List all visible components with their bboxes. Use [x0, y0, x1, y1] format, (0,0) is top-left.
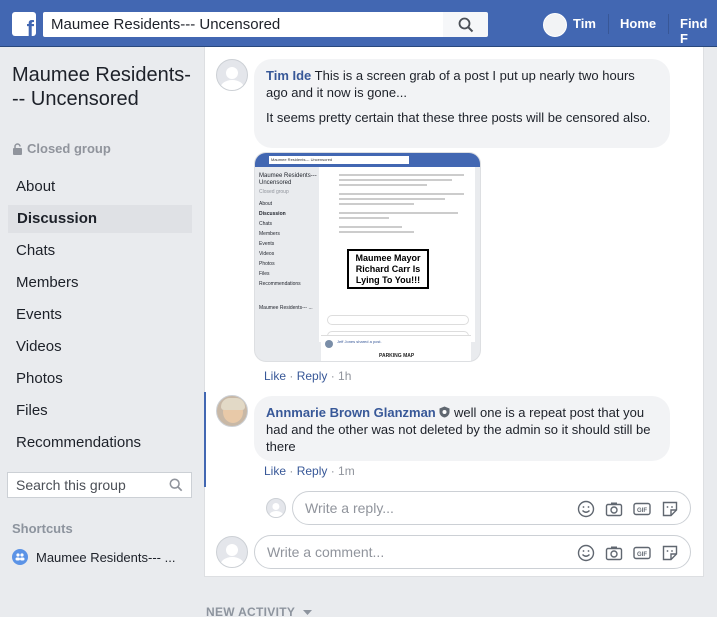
- nav-divider: [608, 14, 609, 34]
- image-nav-photos: Photos: [259, 261, 275, 267]
- sidebar-item-photos[interactable]: Photos: [8, 365, 192, 393]
- sidebar-item-files[interactable]: Files: [8, 397, 192, 425]
- reply-link[interactable]: Reply: [297, 464, 328, 478]
- like-link[interactable]: Like: [264, 464, 286, 478]
- comment-author-link[interactable]: Tim Ide: [266, 68, 311, 83]
- camera-icon[interactable]: [605, 544, 623, 562]
- user-avatar: [216, 536, 248, 568]
- sidebar-item-members[interactable]: Members: [8, 269, 192, 297]
- group-title[interactable]: Maumee Residents--- Uncensored: [12, 63, 192, 111]
- profile-link[interactable]: Tim: [573, 16, 596, 31]
- admin-badge-icon: [439, 406, 450, 418]
- top-navigation-bar: f Maumee Residents--- Uncensored Tim Hom…: [0, 0, 717, 47]
- image-poster: Jeff Jones shared a post.: [337, 339, 382, 344]
- comment-author-link[interactable]: Annmarie Brown Glanzman: [266, 405, 436, 420]
- profile-avatar[interactable]: [543, 13, 567, 37]
- user-avatar: [266, 498, 286, 518]
- comment-text: This is a screen grab of a post I put up…: [266, 68, 635, 100]
- image-nav-about: About: [259, 201, 273, 207]
- commenter-avatar[interactable]: [216, 59, 248, 91]
- search-input[interactable]: Maumee Residents--- Uncensored: [43, 12, 443, 37]
- image-group-name: Maumee Residents--- Uncensored: [259, 173, 317, 186]
- reply-placeholder: Write a reply...: [305, 500, 394, 516]
- comment-bubble: Tim Ide This is a screen grab of a post …: [254, 59, 670, 148]
- comment-placeholder: Write a comment...: [267, 544, 385, 560]
- shortcut-group-link[interactable]: Maumee Residents--- ...: [12, 549, 175, 565]
- image-privacy: Closed group: [259, 189, 289, 195]
- reply-link[interactable]: Reply: [297, 369, 328, 383]
- comment-attached-image[interactable]: Maumee Residents--- Uncensored Maumee Re…: [254, 152, 481, 362]
- image-sidebar: Maumee Residents--- Uncensored Closed gr…: [255, 167, 319, 361]
- sticker-icon[interactable]: [661, 500, 679, 518]
- svg-text:GIF: GIF: [637, 552, 647, 558]
- find-friends-link[interactable]: Find F: [680, 16, 717, 46]
- sidebar-item-chats[interactable]: Chats: [8, 237, 192, 265]
- image-shortcut: Maumee Residents--- ...: [259, 305, 313, 311]
- comment-actions: Like · Reply · 1h: [264, 369, 352, 383]
- emoji-icon[interactable]: [577, 500, 595, 518]
- gif-icon[interactable]: GIF: [633, 544, 651, 562]
- comment-input-tools: GIF: [577, 544, 679, 562]
- facebook-logo-icon[interactable]: f: [12, 12, 36, 36]
- image-search-text: Maumee Residents--- Uncensored: [269, 156, 409, 164]
- image-nav-recommendations: Recommendations: [259, 281, 301, 287]
- caret-down-icon: [302, 610, 312, 615]
- group-search-placeholder: Search this group: [16, 477, 126, 493]
- search-icon[interactable]: [169, 478, 183, 492]
- reply-input-tools: GIF: [577, 500, 679, 518]
- camera-icon[interactable]: [605, 500, 623, 518]
- gif-icon[interactable]: GIF: [633, 500, 651, 518]
- like-link[interactable]: Like: [264, 369, 286, 383]
- comment-time[interactable]: 1m: [338, 464, 355, 478]
- search-button[interactable]: [443, 12, 488, 37]
- sidebar-item-recommendations[interactable]: Recommendations: [8, 429, 192, 457]
- svg-text:GIF: GIF: [637, 508, 647, 514]
- search-icon: [458, 17, 473, 32]
- image-nav-discussion: Discussion: [259, 211, 286, 217]
- lock-icon: [13, 142, 22, 155]
- comment-time[interactable]: 1h: [338, 369, 351, 383]
- image-topbar: Maumee Residents--- Uncensored: [255, 153, 480, 167]
- image-nav-files: Files: [259, 271, 270, 277]
- image-caption: PARKING MAP: [379, 353, 415, 359]
- comment-actions: Like · Reply · 1m: [264, 464, 355, 478]
- comment-text-2: It seems pretty certain that these three…: [266, 110, 651, 125]
- nav-divider: [668, 14, 669, 34]
- emoji-icon[interactable]: [577, 544, 595, 562]
- sidebar-item-discussion[interactable]: Discussion: [8, 205, 192, 233]
- privacy-text: Closed group: [27, 141, 111, 156]
- comment-bubble: Annmarie Brown Glanzman well one is a re…: [254, 396, 670, 461]
- group-search-input[interactable]: Search this group: [7, 472, 192, 498]
- image-nav-chats: Chats: [259, 221, 273, 227]
- sidebar-item-events[interactable]: Events: [8, 301, 192, 329]
- group-privacy-label: Closed group: [12, 141, 111, 156]
- image-nav-members: Members: [259, 231, 280, 237]
- new-activity-toggle[interactable]: NEW ACTIVITY: [206, 605, 312, 617]
- sticker-icon[interactable]: [661, 544, 679, 562]
- new-activity-label: NEW ACTIVITY: [206, 605, 295, 617]
- shortcuts-heading: Shortcuts: [12, 521, 73, 536]
- image-nav-videos: Videos: [259, 251, 275, 257]
- image-nav-events: Events: [259, 241, 275, 247]
- sidebar-item-videos[interactable]: Videos: [8, 333, 192, 361]
- sidebar-item-about[interactable]: About: [8, 173, 192, 201]
- commenter-avatar[interactable]: [216, 395, 248, 427]
- image-text-lines: [339, 171, 464, 241]
- image-sign-text: Maumee Mayor Richard Carr Is Lying To Yo…: [347, 249, 429, 289]
- shortcut-label: Maumee Residents--- ...: [36, 549, 176, 565]
- new-comment-highlight: [204, 392, 206, 487]
- home-link[interactable]: Home: [620, 16, 656, 31]
- group-icon: [12, 549, 28, 565]
- image-reply-box: [327, 315, 469, 325]
